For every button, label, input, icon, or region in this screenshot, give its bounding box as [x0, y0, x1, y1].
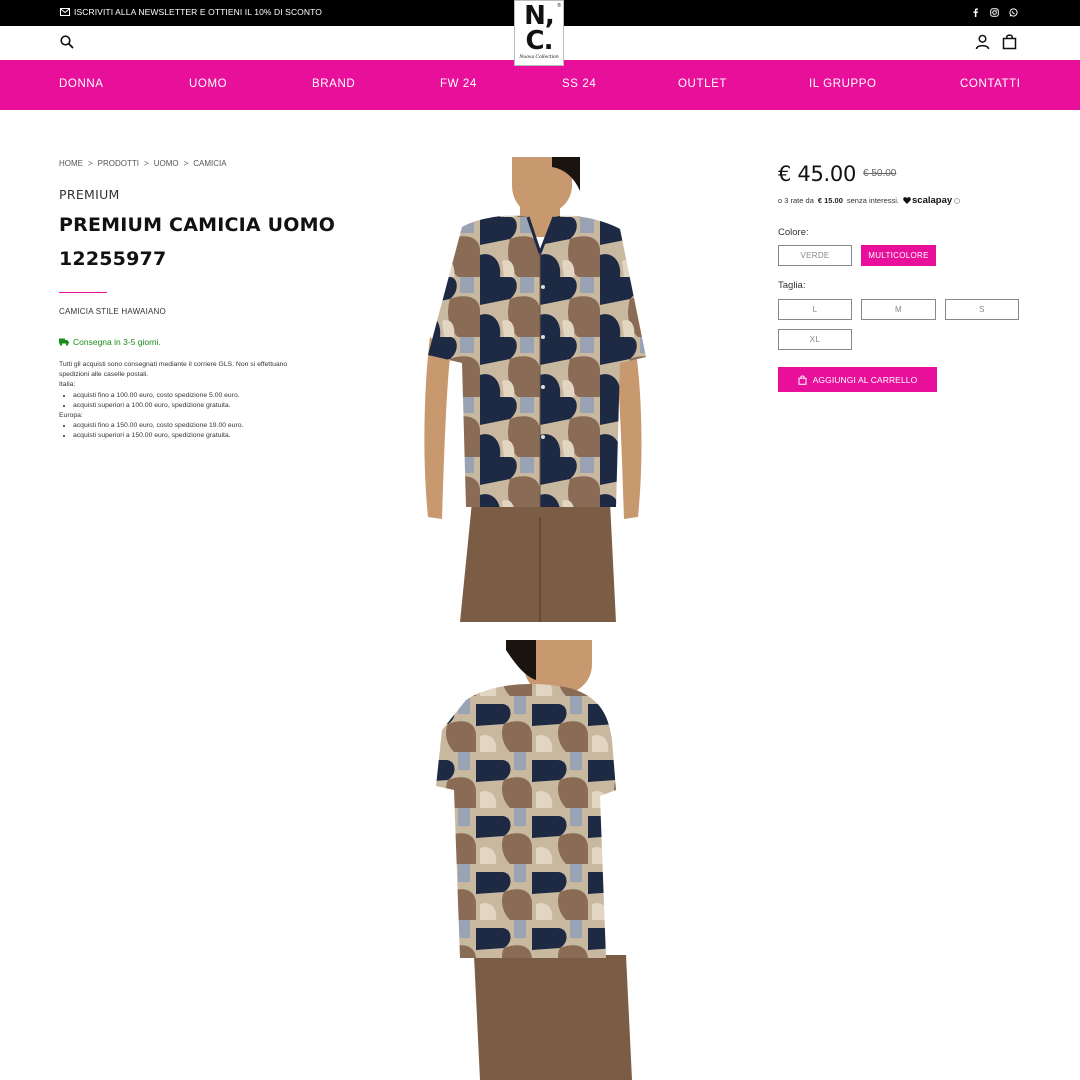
nav-item-donna[interactable]: DONNA [59, 78, 104, 90]
breadcrumb-camicia[interactable]: CAMICIA [193, 159, 226, 168]
main-navigation: DONNA UOMO BRAND FW 24 SS 24 OUTLET IL G… [0, 60, 1080, 110]
shipping-italy-label: Italia: [59, 381, 76, 389]
search-icon[interactable] [59, 34, 75, 50]
social-links [970, 6, 1018, 18]
list-item: acquisti fino a 100.00 euro, costo spedi… [73, 391, 299, 401]
color-label: Colore: [778, 227, 809, 238]
size-option-s[interactable]: S [945, 299, 1019, 320]
breadcrumb-home[interactable]: HOME [59, 159, 83, 168]
color-option-multicolore[interactable]: MULTICOLORE [861, 245, 936, 266]
add-to-cart-button[interactable]: AGGIUNGI AL CARRELLO [778, 367, 937, 392]
newsletter-link[interactable]: ISCRIVITI ALLA NEWSLETTER E OTTIENI IL 1… [60, 7, 322, 17]
color-option-verde[interactable]: VERDE [778, 245, 852, 266]
nav-item-uomo[interactable]: UOMO [189, 78, 227, 90]
add-to-cart-label: AGGIUNGI AL CARRELLO [812, 374, 918, 385]
delivery-info: Consegna in 3-5 giorni. [59, 337, 161, 347]
logo-mark-line2: C. [525, 26, 554, 56]
shipping-italy-list: acquisti fino a 100.00 euro, costo spedi… [59, 391, 299, 411]
logo-mark: N, C. [515, 1, 563, 54]
size-option-l[interactable]: L [778, 299, 852, 320]
instagram-icon[interactable] [989, 6, 999, 18]
envelope-icon [60, 8, 70, 16]
breadcrumb: HOME > PRODOTTI > UOMO > CAMICIA [59, 159, 227, 168]
size-option-xl[interactable]: XL [778, 329, 852, 350]
shipping-intro: Tutti gli acquisti sono consegnati media… [59, 361, 288, 379]
size-option-m[interactable]: M [861, 299, 936, 320]
shopping-bag-icon[interactable] [1002, 33, 1017, 50]
installments-info: o 3 rate da € 15.00 senza interessi. sca… [778, 195, 961, 206]
facebook-icon[interactable] [970, 6, 980, 18]
product-image-side[interactable] [420, 640, 652, 1080]
product-brand[interactable]: PREMIUM [59, 187, 120, 202]
product-price: € 45.00 [778, 162, 857, 186]
info-icon[interactable] [954, 197, 961, 204]
delivery-text: Consegna in 3-5 giorni. [73, 337, 161, 347]
list-item: acquisti superiori a 150.00 euro, spediz… [73, 431, 299, 441]
scalapay-text: scalapay [912, 195, 953, 206]
user-icon[interactable] [975, 34, 990, 50]
scalapay-logo[interactable]: scalapay [903, 195, 961, 206]
list-item: acquisti superiori a 100.00 euro, spediz… [73, 401, 299, 411]
breadcrumb-separator: > [183, 159, 189, 168]
truck-icon [59, 338, 69, 346]
whatsapp-icon[interactable] [1008, 6, 1018, 18]
installments-prefix: o 3 rate da [778, 196, 814, 205]
nav-item-ss24[interactable]: SS 24 [562, 78, 596, 90]
nav-item-fw24[interactable]: FW 24 [440, 78, 477, 90]
breadcrumb-separator: > [88, 159, 93, 168]
shipping-info: Tutti gli acquisti sono consegnati media… [59, 360, 299, 442]
shipping-europe-list: acquisti fino a 150.00 euro, costo spedi… [59, 421, 299, 441]
breadcrumb-uomo[interactable]: UOMO [154, 159, 179, 168]
product-subtitle: CAMICIA STILE HAWAIANO [59, 307, 166, 316]
newsletter-text: ISCRIVITI ALLA NEWSLETTER E OTTIENI IL 1… [74, 7, 322, 17]
registered-mark: ® [557, 3, 561, 9]
nav-item-outlet[interactable]: OUTLET [678, 78, 727, 90]
nav-item-brand[interactable]: BRAND [312, 78, 355, 90]
site-logo[interactable]: ® N, C. Nuova Collection [514, 0, 564, 66]
product-image-front[interactable] [420, 157, 652, 622]
shipping-europe-label: Europa: [59, 412, 83, 420]
title-divider [59, 292, 107, 293]
installments-suffix: senza interessi. [846, 196, 899, 205]
nav-item-contatti[interactable]: CONTATTI [960, 78, 1021, 90]
product-old-price: € 50.00 [863, 168, 897, 179]
logo-script: Nuova Collection [519, 55, 559, 60]
product-title: PREMIUM CAMICIA UOMO 12255977 [59, 214, 336, 270]
size-label: Taglia: [778, 280, 806, 291]
shopping-bag-icon [798, 375, 807, 385]
breadcrumb-separator: > [144, 159, 149, 168]
nav-item-il-gruppo[interactable]: IL GRUPPO [809, 78, 877, 90]
heart-icon [903, 197, 911, 204]
installment-amount: € 15.00 [817, 196, 843, 205]
breadcrumb-prodotti[interactable]: PRODOTTI [98, 159, 139, 168]
list-item: acquisti fino a 150.00 euro, costo spedi… [73, 421, 299, 431]
